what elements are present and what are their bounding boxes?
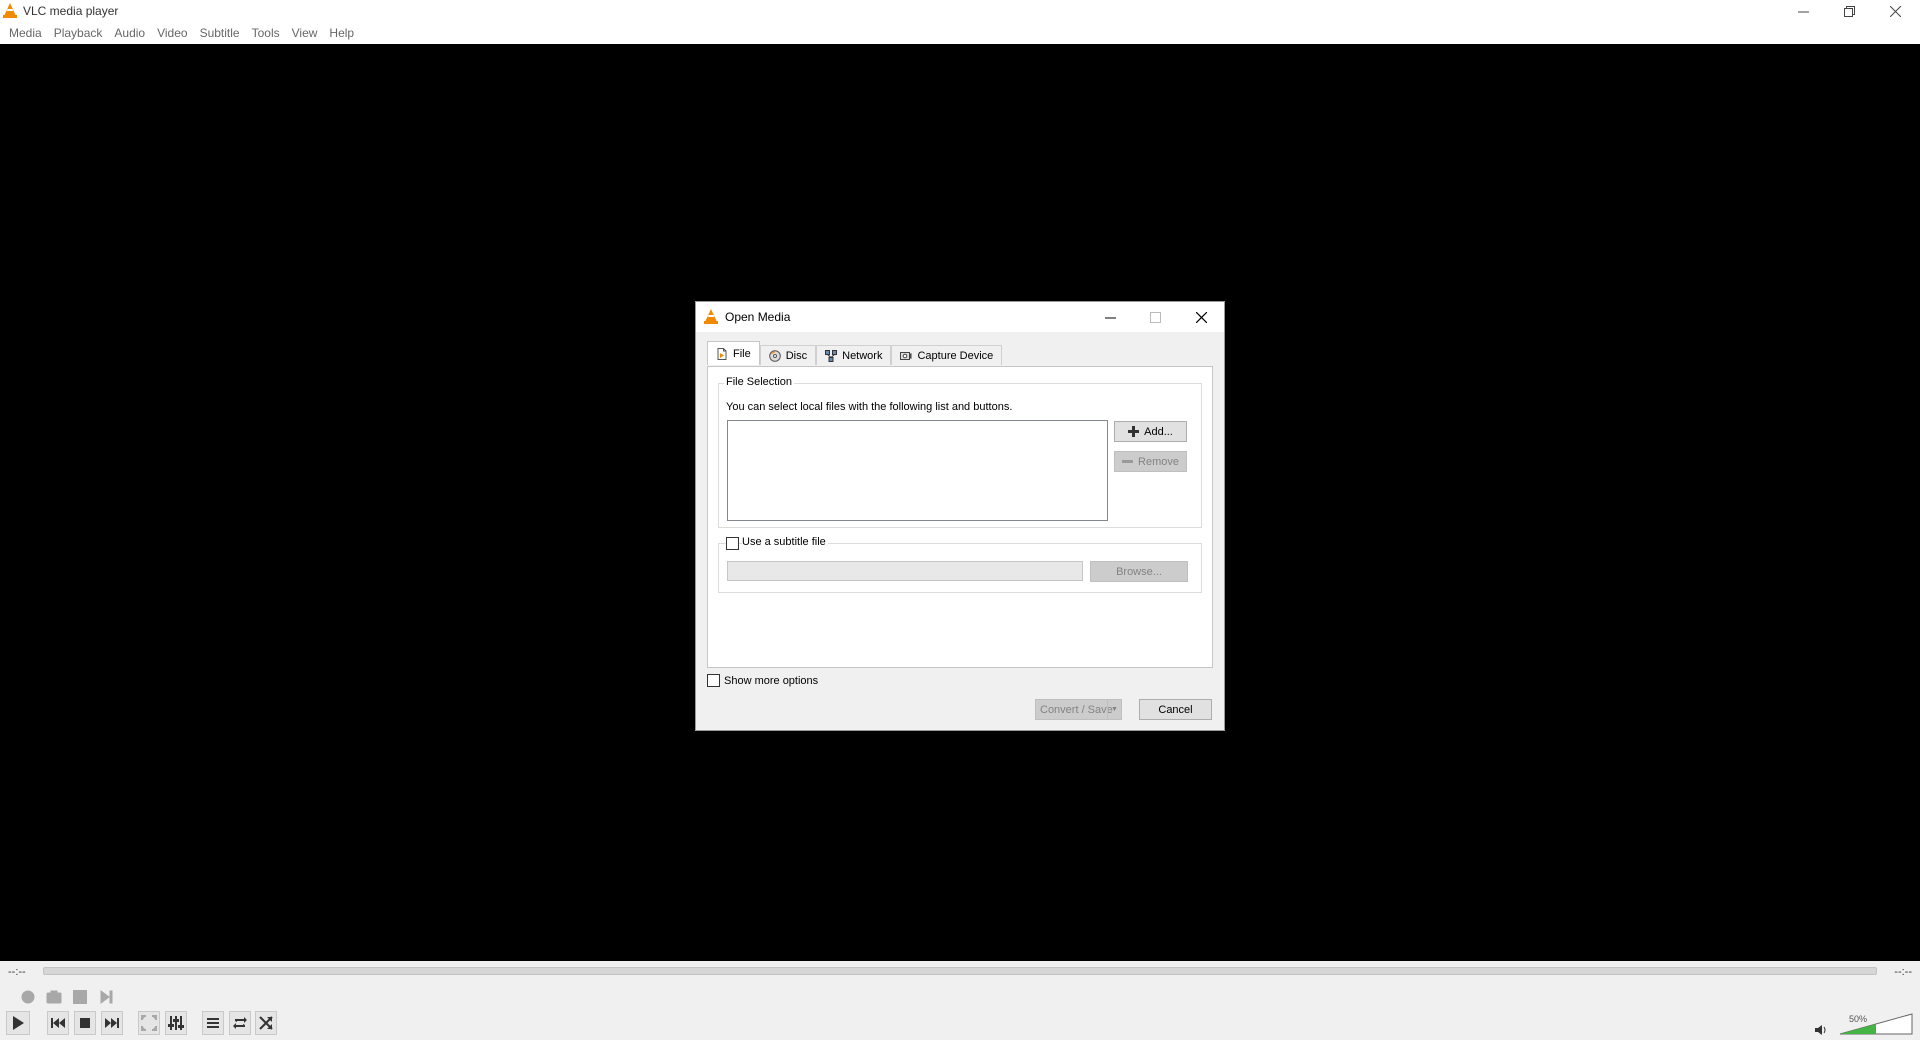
stop-button[interactable]: [74, 1011, 96, 1035]
menu-bar: Media Playback Audio Video Subtitle Tool…: [0, 22, 1920, 44]
tab-network-label: Network: [842, 349, 883, 362]
show-more-options-checkbox[interactable]: [707, 674, 720, 687]
seek-bar[interactable]: [43, 967, 1877, 975]
fullscreen-button[interactable]: [138, 1011, 160, 1035]
menu-audio[interactable]: Audio: [109, 26, 150, 40]
menu-tools[interactable]: Tools: [247, 26, 285, 40]
tab-network[interactable]: Network: [816, 345, 892, 365]
use-subtitle-label: Use a subtitle file: [742, 536, 828, 548]
menu-help[interactable]: Help: [324, 26, 359, 40]
media-tabs: File Disc Network Capture Device: [707, 341, 1003, 365]
menu-playback[interactable]: Playback: [49, 26, 108, 40]
minus-icon: [1122, 460, 1134, 463]
open-media-dialog: Open Media File Disc Network Capture Dev…: [695, 301, 1225, 731]
file-tab-panel: File Selection You can select local file…: [707, 366, 1213, 668]
remove-file-button[interactable]: Remove: [1114, 451, 1187, 472]
fullscreen-icon: [141, 1015, 157, 1031]
tab-capture-device-label: Capture Device: [917, 349, 994, 362]
shuffle-button[interactable]: [255, 1011, 277, 1035]
previous-button[interactable]: [47, 1011, 69, 1035]
tab-capture-device[interactable]: Capture Device: [891, 345, 1003, 365]
dialog-title: Open Media: [725, 310, 791, 324]
convert-save-label: Convert / Save: [1040, 703, 1113, 716]
menu-media[interactable]: Media: [4, 26, 47, 40]
frame-step-icon: [100, 990, 113, 1004]
maximize-icon: [1150, 311, 1161, 323]
menu-video[interactable]: Video: [152, 26, 192, 40]
file-list[interactable]: [727, 420, 1108, 521]
record-icon: [21, 990, 35, 1004]
loop-icon: [233, 1017, 247, 1029]
frame-by-frame-button[interactable]: [94, 985, 118, 1009]
elapsed-time: --:--: [8, 966, 26, 978]
menu-view[interactable]: View: [287, 26, 323, 40]
playlist-button[interactable]: [202, 1011, 224, 1035]
tab-disc[interactable]: Disc: [759, 345, 817, 365]
record-button[interactable]: [16, 985, 40, 1009]
snapshot-button[interactable]: [42, 985, 66, 1009]
stop-icon: [80, 1018, 90, 1028]
extended-settings-button[interactable]: [165, 1011, 187, 1035]
add-file-label: Add...: [1144, 425, 1173, 438]
file-icon: [717, 347, 727, 360]
previous-icon: [51, 1018, 65, 1028]
menu-subtitle[interactable]: Subtitle: [195, 26, 245, 40]
minimize-button[interactable]: [1780, 0, 1826, 22]
remove-file-label: Remove: [1138, 455, 1179, 468]
file-selection-legend: File Selection: [724, 376, 795, 388]
minimize-icon: [1105, 317, 1116, 318]
network-icon: [825, 349, 838, 362]
disc-icon: [768, 349, 781, 362]
dialog-titlebar: Open Media: [696, 302, 1224, 332]
file-selection-hint: You can select local files with the foll…: [726, 401, 1013, 413]
capture-device-icon: [900, 351, 912, 360]
app-title: VLC media player: [23, 4, 119, 18]
close-icon: [1889, 5, 1901, 17]
plus-icon: [1128, 426, 1140, 437]
camera-icon: [46, 990, 62, 1004]
dialog-close-button[interactable]: [1179, 302, 1224, 332]
cancel-button[interactable]: Cancel: [1139, 699, 1212, 720]
add-file-button[interactable]: Add...: [1114, 421, 1187, 442]
volume-percent: 50%: [1849, 1014, 1868, 1024]
player-controls: --:-- --:--: [0, 961, 1920, 1040]
subtitle-group: Use a subtitle file Browse...: [718, 536, 1202, 593]
loop-ab-icon: [73, 990, 87, 1004]
use-subtitle-checkbox[interactable]: [726, 537, 739, 550]
restore-button[interactable]: [1826, 0, 1872, 22]
next-icon: [105, 1018, 119, 1028]
loop-button[interactable]: [229, 1011, 251, 1035]
close-button[interactable]: [1872, 0, 1918, 22]
file-selection-group: File Selection You can select local file…: [718, 376, 1202, 528]
subtitle-path-input[interactable]: [727, 561, 1083, 581]
equalizer-icon: [168, 1016, 184, 1030]
tab-disc-label: Disc: [785, 349, 808, 362]
restore-icon: [1843, 5, 1855, 17]
loop-ab-button[interactable]: [68, 985, 92, 1009]
play-button[interactable]: [6, 1011, 30, 1035]
speaker-icon[interactable]: [1815, 1024, 1829, 1036]
vlc-logo-icon: [3, 3, 17, 18]
dialog-minimize-button[interactable]: [1088, 302, 1133, 332]
shuffle-icon: [259, 1016, 273, 1030]
tab-file[interactable]: File: [707, 341, 760, 365]
convert-dropdown-arrow-icon[interactable]: ▼: [1107, 700, 1121, 719]
minimize-icon: [1797, 11, 1809, 12]
playlist-icon: [207, 1018, 219, 1028]
main-titlebar: VLC media player: [0, 0, 1920, 22]
next-button[interactable]: [101, 1011, 123, 1035]
play-icon: [13, 1016, 24, 1030]
total-time: --:--: [1894, 966, 1912, 978]
vlc-logo-icon: [704, 309, 718, 324]
show-more-options-label: Show more options: [724, 675, 819, 687]
tab-file-label: File: [733, 347, 751, 360]
browse-subtitle-button[interactable]: Browse...: [1090, 561, 1188, 582]
close-icon: [1196, 311, 1207, 323]
dialog-maximize-button[interactable]: [1133, 302, 1178, 332]
convert-save-button[interactable]: Convert / Save ▼: [1035, 699, 1122, 720]
